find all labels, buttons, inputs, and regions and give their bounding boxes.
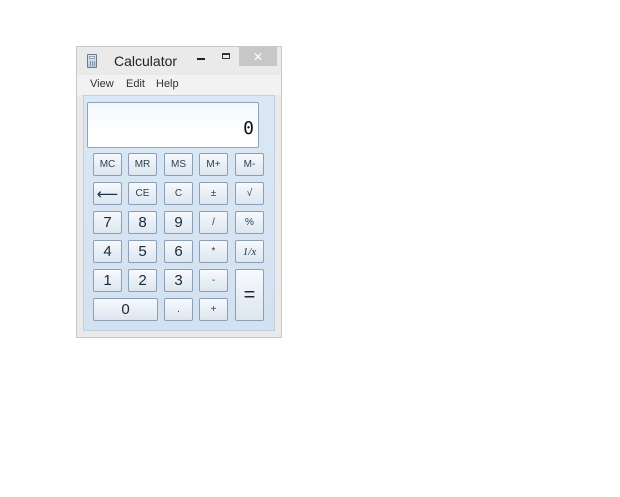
memory-clear-button[interactable]: MC (93, 153, 122, 176)
menu-edit[interactable]: Edit (126, 78, 145, 90)
title-bar[interactable]: Calculator ✕ (77, 47, 281, 75)
equals-button[interactable]: = (235, 269, 264, 321)
digit-6-button[interactable]: 6 (164, 240, 193, 263)
digit-3-button[interactable]: 3 (164, 269, 193, 292)
memory-add-button[interactable]: M+ (199, 153, 228, 176)
calculator-icon (87, 54, 97, 68)
square-root-button[interactable]: √ (235, 182, 264, 205)
minimize-icon (197, 58, 205, 60)
add-button[interactable]: + (199, 298, 228, 321)
menu-bar: View Edit Help (77, 75, 281, 95)
reciprocal-button[interactable]: 1/x (235, 240, 264, 263)
close-icon: ✕ (252, 49, 264, 64)
digit-5-button[interactable]: 5 (128, 240, 157, 263)
digit-8-button[interactable]: 8 (128, 211, 157, 234)
minimize-button[interactable] (190, 47, 212, 67)
memory-subtract-button[interactable]: M- (235, 153, 264, 176)
digit-9-button[interactable]: 9 (164, 211, 193, 234)
maximize-button[interactable] (215, 47, 237, 67)
memory-recall-button[interactable]: MR (128, 153, 157, 176)
result-display: 0 (87, 102, 259, 148)
digit-1-button[interactable]: 1 (93, 269, 122, 292)
memory-store-button[interactable]: MS (164, 153, 193, 176)
decimal-button[interactable]: . (164, 298, 193, 321)
window-title: Calculator (114, 53, 178, 69)
maximize-icon (222, 53, 230, 59)
clear-entry-button[interactable]: CE (128, 182, 157, 205)
display-value: 0 (243, 118, 254, 139)
digit-0-button[interactable]: 0 (93, 298, 158, 321)
clear-button[interactable]: C (164, 182, 193, 205)
divide-button[interactable]: / (199, 211, 228, 234)
digit-4-button[interactable]: 4 (93, 240, 122, 263)
close-button[interactable]: ✕ (239, 47, 277, 66)
digit-7-button[interactable]: 7 (93, 211, 122, 234)
negate-button[interactable]: ± (199, 182, 228, 205)
percent-button[interactable]: % (235, 211, 264, 234)
menu-view[interactable]: View (90, 78, 114, 90)
backspace-button[interactable]: ⟵ (93, 182, 122, 205)
menu-help[interactable]: Help (156, 78, 179, 90)
subtract-button[interactable]: - (199, 269, 228, 292)
multiply-button[interactable]: * (199, 240, 228, 263)
calculator-window: Calculator ✕ View Edit Help 0 MC MR MS M… (76, 46, 282, 338)
digit-2-button[interactable]: 2 (128, 269, 157, 292)
